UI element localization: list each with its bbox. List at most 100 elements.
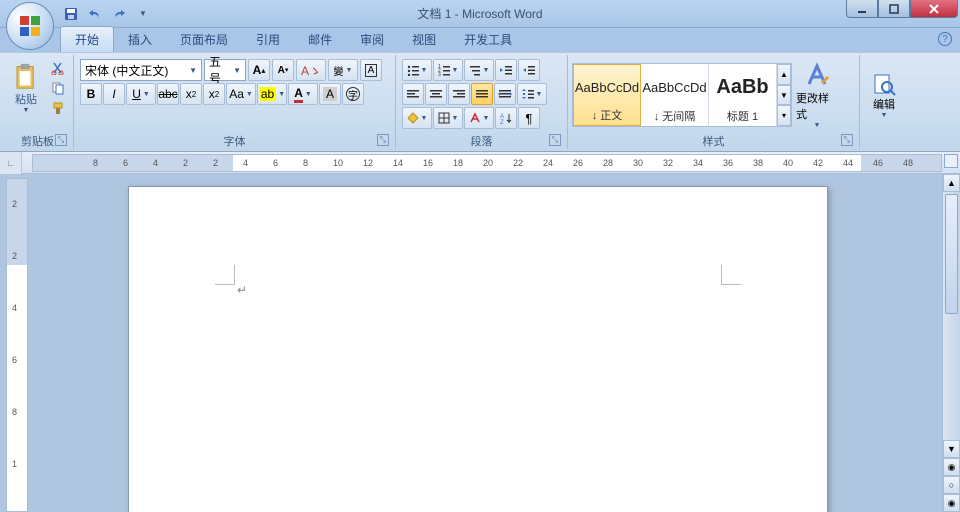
vertical-scrollbar[interactable]: ▲ ▼ ◉ ○ ◉ xyxy=(942,174,960,512)
maximize-button[interactable] xyxy=(878,0,910,18)
browse-next[interactable]: ◉ xyxy=(943,494,960,512)
styles-gallery: AaBbCcDd ↓ 正文 AaBbCcDd ↓ 无间隔 AaBb 标题 1 ▲… xyxy=(572,63,792,127)
tab-selector[interactable]: ∟ xyxy=(0,152,22,174)
paste-button[interactable]: 粘贴 ▼ xyxy=(8,59,44,115)
numbering-button[interactable]: 123▼ xyxy=(433,59,463,81)
window-title: 文档 1 - Microsoft Word xyxy=(417,5,542,22)
tab-references[interactable]: 引用 xyxy=(242,27,294,52)
bullets-icon xyxy=(407,64,419,76)
svg-text:3: 3 xyxy=(438,72,441,76)
increase-indent-button[interactable] xyxy=(518,59,540,81)
horizontal-ruler[interactable]: 8642246810121416182022242628303234363840… xyxy=(32,154,942,172)
tab-mailings[interactable]: 邮件 xyxy=(294,27,346,52)
office-button[interactable] xyxy=(6,2,54,50)
tab-page-layout[interactable]: 页面布局 xyxy=(166,27,242,52)
qat-redo-button[interactable] xyxy=(110,5,128,23)
quick-access-toolbar: ▼ xyxy=(62,5,152,23)
font-launcher[interactable]: ⤡ xyxy=(377,134,389,146)
format-painter-icon xyxy=(51,101,65,115)
phonetic-guide-button[interactable]: 變▼ xyxy=(328,59,358,81)
align-justify-button[interactable] xyxy=(471,83,493,105)
font-color-button[interactable]: A▼ xyxy=(288,83,318,105)
shading-icon xyxy=(407,112,419,124)
gallery-down[interactable]: ▼ xyxy=(777,85,791,106)
editing-button[interactable]: 编辑 ▼ xyxy=(864,72,904,119)
find-icon xyxy=(872,72,896,96)
minimize-button[interactable] xyxy=(846,0,878,18)
undo-icon xyxy=(88,8,102,20)
clear-formatting-button[interactable]: Aゝ xyxy=(296,59,326,81)
scroll-up[interactable]: ▲ xyxy=(943,174,960,192)
borders-button[interactable]: ▼ xyxy=(433,107,463,129)
show-marks-button[interactable]: ¶ xyxy=(518,107,540,129)
margin-mark-top-right xyxy=(721,265,741,285)
gallery-up[interactable]: ▲ xyxy=(777,64,791,85)
bold-button[interactable]: B xyxy=(80,83,102,105)
align-left-button[interactable] xyxy=(402,83,424,105)
cut-button[interactable] xyxy=(48,59,68,77)
strikethrough-button[interactable]: abc xyxy=(157,83,179,105)
group-font: 宋体 (中文正文)▼ 五号▼ A▴ A▾ Aゝ 變▼ A B I U▼ abc … xyxy=(74,55,396,149)
align-left-icon xyxy=(406,88,420,100)
align-right-button[interactable] xyxy=(448,83,470,105)
sort-icon: AZ xyxy=(500,112,512,124)
underline-button[interactable]: U▼ xyxy=(126,83,156,105)
scroll-thumb[interactable] xyxy=(945,194,958,314)
page[interactable]: ↵ xyxy=(128,186,828,512)
tab-developer[interactable]: 开发工具 xyxy=(450,27,526,52)
tab-view[interactable]: 视图 xyxy=(398,27,450,52)
italic-button[interactable]: I xyxy=(103,83,125,105)
shading-button[interactable]: ▼ xyxy=(402,107,432,129)
asian-layout-button[interactable]: ▼ xyxy=(464,107,494,129)
scroll-down[interactable]: ▼ xyxy=(943,440,960,458)
character-shading-button[interactable]: A xyxy=(319,83,341,105)
ribbon: 粘贴 ▼ 剪贴板⤡ 宋体 (中文正文)▼ 五号▼ A▴ A▾ Aゝ xyxy=(0,52,960,152)
sort-button[interactable]: AZ xyxy=(495,107,517,129)
close-button[interactable] xyxy=(910,0,958,18)
style-no-spacing[interactable]: AaBbCcDd ↓ 无间隔 xyxy=(641,64,709,126)
vertical-ruler[interactable]: 224681 xyxy=(6,178,28,512)
gallery-more[interactable]: ▾ xyxy=(777,105,791,126)
style-normal[interactable]: AaBbCcDd ↓ 正文 xyxy=(573,64,641,126)
styles-launcher[interactable]: ⤡ xyxy=(841,134,853,146)
grow-font-button[interactable]: A▴ xyxy=(248,59,270,81)
qat-save-button[interactable] xyxy=(62,5,80,23)
minimize-icon xyxy=(857,4,867,14)
browse-prev[interactable]: ◉ xyxy=(943,458,960,476)
qat-customize-button[interactable]: ▼ xyxy=(134,5,152,23)
close-icon xyxy=(928,3,940,15)
shrink-font-button[interactable]: A▾ xyxy=(272,59,294,81)
maximize-icon xyxy=(889,4,899,14)
copy-button[interactable] xyxy=(48,79,68,97)
browse-select[interactable]: ○ xyxy=(943,476,960,494)
help-button[interactable]: ? xyxy=(938,32,952,46)
enclose-characters-button[interactable]: 字 xyxy=(342,83,364,105)
qat-undo-button[interactable] xyxy=(86,5,104,23)
change-case-button[interactable]: Aa▼ xyxy=(226,83,256,105)
style-heading1[interactable]: AaBb 标题 1 xyxy=(709,64,777,126)
font-size-combo[interactable]: 五号▼ xyxy=(204,59,246,81)
superscript-button[interactable]: x2 xyxy=(203,83,225,105)
subscript-button[interactable]: x2 xyxy=(180,83,202,105)
align-center-button[interactable] xyxy=(425,83,447,105)
gallery-scroll: ▲ ▼ ▾ xyxy=(777,64,791,126)
font-name-combo[interactable]: 宋体 (中文正文)▼ xyxy=(80,59,202,81)
bullets-button[interactable]: ▼ xyxy=(402,59,432,81)
paragraph-launcher[interactable]: ⤡ xyxy=(549,134,561,146)
character-border-button[interactable]: A xyxy=(360,59,382,81)
ruler-toggle[interactable] xyxy=(944,154,958,168)
clipboard-launcher[interactable]: ⤡ xyxy=(55,134,67,146)
line-spacing-button[interactable]: ▼ xyxy=(517,83,547,105)
distributed-button[interactable] xyxy=(494,83,516,105)
tab-home[interactable]: 开始 xyxy=(60,26,114,52)
clipboard-group-label: 剪贴板 xyxy=(21,136,54,148)
decrease-indent-button[interactable] xyxy=(495,59,517,81)
highlight-button[interactable]: ab▼ xyxy=(257,83,287,105)
tab-insert[interactable]: 插入 xyxy=(114,27,166,52)
format-painter-button[interactable] xyxy=(48,99,68,117)
multilevel-list-button[interactable]: ▼ xyxy=(464,59,494,81)
page-viewport: ↵ xyxy=(28,174,942,512)
paste-label: 粘贴 xyxy=(15,91,37,107)
change-styles-button[interactable]: 更改样式 ▼ xyxy=(796,62,838,129)
tab-review[interactable]: 审阅 xyxy=(346,27,398,52)
